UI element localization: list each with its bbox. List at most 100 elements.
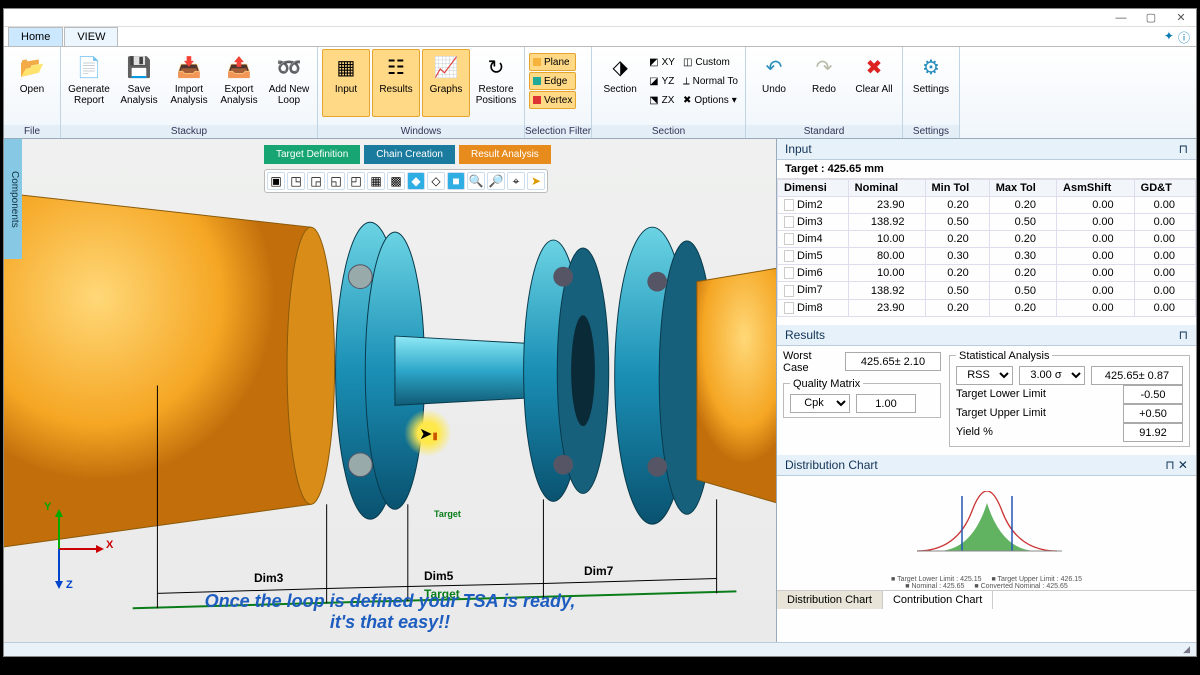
view-btn-8[interactable]: ◆ xyxy=(407,172,425,190)
edge-icon xyxy=(533,77,541,85)
view-btn-10[interactable]: ■ xyxy=(447,172,465,190)
resize-grip-icon[interactable]: ◢ xyxy=(1183,644,1190,655)
section-button[interactable]: ⬗Section xyxy=(596,49,644,117)
view-btn-6[interactable]: ▦ xyxy=(367,172,385,190)
group-file: File xyxy=(4,125,60,138)
open-button[interactable]: 📂Open xyxy=(8,49,56,117)
results-panel-pin-icon[interactable]: ⊓ xyxy=(1179,328,1188,342)
dist-chart-pin-icon[interactable]: ⊓ ✕ xyxy=(1165,458,1188,472)
tab-view[interactable]: VIEW xyxy=(64,27,118,46)
custom-icon: ◫ xyxy=(683,57,692,68)
tab-contribution-chart[interactable]: Contribution Chart xyxy=(883,591,993,609)
section-custom[interactable]: ◫Custom xyxy=(680,53,741,71)
vertex-icon xyxy=(533,96,541,104)
results-icon: ☷ xyxy=(382,54,410,82)
redo-icon: ↷ xyxy=(810,54,838,82)
stat-method-select[interactable]: RSS xyxy=(956,366,1013,385)
table-row[interactable]: Dim223.900.200.200.000.00 xyxy=(778,197,1196,214)
upper-limit[interactable]: +0.50 xyxy=(1123,404,1183,423)
add-new-loop-button[interactable]: ➿Add New Loop xyxy=(265,49,313,117)
tab-distribution-chart[interactable]: Distribution Chart xyxy=(777,591,883,609)
input-panel-pin-icon[interactable]: ⊓ xyxy=(1179,142,1188,156)
section-options[interactable]: ✖Options ▾ xyxy=(680,91,741,109)
save-pie-icon: 💾 xyxy=(125,54,153,82)
step-result-analysis[interactable]: Result Analysis xyxy=(459,145,551,164)
loop-icon: ➿ xyxy=(275,54,303,82)
table-row[interactable]: Dim823.900.200.200.000.00 xyxy=(778,299,1196,316)
results-panel: Results⊓ Worst Case425.65± 2.10 Quality … xyxy=(777,325,1196,451)
undo-icon: ↶ xyxy=(760,54,788,82)
view-btn-3[interactable]: ◲ xyxy=(307,172,325,190)
zoom-fit-icon[interactable]: ⌖ xyxy=(507,172,525,190)
section-yz[interactable]: ◪YZ xyxy=(646,72,678,90)
components-sidebar[interactable]: Components xyxy=(4,139,22,259)
view-btn-2[interactable]: ◳ xyxy=(287,172,305,190)
table-row[interactable]: Dim410.000.200.200.000.00 xyxy=(778,231,1196,248)
table-row[interactable]: Dim3138.920.500.500.000.00 xyxy=(778,214,1196,231)
save-analysis-button[interactable]: 💾Save Analysis xyxy=(115,49,163,117)
tutorial-caption: Once the loop is defined your TSA is rea… xyxy=(4,591,776,634)
tab-home[interactable]: Home xyxy=(8,27,63,46)
chart-legend-2: ■ Nominal : 425.65■ Converted Nominal : … xyxy=(777,583,1196,590)
xy-icon: ◩ xyxy=(649,57,658,68)
filter-plane[interactable]: Plane xyxy=(529,53,576,71)
sigma-select[interactable]: 3.00 σ xyxy=(1019,366,1085,385)
ribbon: 📂Open File 📄Generate Report 💾Save Analys… xyxy=(4,47,1196,139)
close-button[interactable]: ✕ xyxy=(1166,11,1196,24)
normal-icon: ⟂ xyxy=(683,76,690,87)
maximize-button[interactable]: ▢ xyxy=(1136,11,1166,24)
table-row[interactable]: Dim7138.920.500.500.000.00 xyxy=(778,282,1196,299)
view-btn-1[interactable]: ▣ xyxy=(267,172,285,190)
section-icon: ⬗ xyxy=(606,54,634,82)
restore-positions-button[interactable]: ↻Restore Positions xyxy=(472,49,520,117)
table-row[interactable]: Dim580.000.300.300.000.00 xyxy=(778,248,1196,265)
clear-all-button[interactable]: ✖Clear All xyxy=(850,49,898,117)
cpk-value: 1.00 xyxy=(856,394,916,413)
section-zx[interactable]: ⬔ZX xyxy=(646,91,678,109)
redo-button[interactable]: ↷Redo xyxy=(800,49,848,117)
import-icon: 📥 xyxy=(175,54,203,82)
dim3-label: Dim3 xyxy=(254,571,283,585)
graph-icon: 📈 xyxy=(432,54,460,82)
undo-button[interactable]: ↶Undo xyxy=(750,49,798,117)
import-analysis-button[interactable]: 📥Import Analysis xyxy=(165,49,213,117)
app-window: — ▢ ✕ Home VIEW ✦ ⓘ 📂Open File 📄Generate… xyxy=(3,8,1197,657)
chart-legend: ■ Target Lower Limit : 425.15■ Target Up… xyxy=(777,576,1196,583)
graphs-window-button[interactable]: 📈Graphs xyxy=(422,49,470,117)
results-window-button[interactable]: ☷Results xyxy=(372,49,420,117)
section-normal[interactable]: ⟂Normal To xyxy=(680,72,741,90)
group-stackup: Stackup xyxy=(61,125,317,138)
zoom-out-icon[interactable]: 🔎 xyxy=(487,172,505,190)
3d-viewport[interactable]: Components xyxy=(4,139,776,642)
view-btn-5[interactable]: ◰ xyxy=(347,172,365,190)
zoom-in-icon[interactable]: 🔍 xyxy=(467,172,485,190)
section-xy[interactable]: ◩XY xyxy=(646,53,678,71)
lower-limit[interactable]: -0.50 xyxy=(1123,385,1183,404)
filter-vertex[interactable]: Vertex xyxy=(529,91,576,109)
report-icon: 📄 xyxy=(75,54,103,82)
table-row[interactable]: Dim610.000.200.200.000.00 xyxy=(778,265,1196,282)
doc-icon xyxy=(784,199,794,211)
puzzle-icon[interactable]: ✦ xyxy=(1164,29,1174,46)
help-icon[interactable]: ⓘ xyxy=(1178,29,1190,46)
target-value: Target : 425.65 mm xyxy=(777,160,1196,179)
settings-button[interactable]: ⚙Settings xyxy=(907,49,955,117)
view-btn-4[interactable]: ◱ xyxy=(327,172,345,190)
filter-edge[interactable]: Edge xyxy=(529,72,576,90)
doc-icon xyxy=(784,216,794,228)
input-window-button[interactable]: ▦Input xyxy=(322,49,370,117)
view-btn-7[interactable]: ▩ xyxy=(387,172,405,190)
yz-icon: ◪ xyxy=(649,76,658,87)
view-btn-9[interactable]: ◇ xyxy=(427,172,445,190)
quality-metric-select[interactable]: Cpk xyxy=(790,394,850,413)
restore-icon: ↻ xyxy=(482,54,510,82)
view-toolbar: ▣◳ ◲◱ ◰▦ ▩◆ ◇■ 🔍🔎 ⌖➤ xyxy=(264,169,548,193)
minimize-button[interactable]: — xyxy=(1106,12,1136,24)
step-chain-creation[interactable]: Chain Creation xyxy=(364,145,455,164)
input-panel-title: Input xyxy=(785,142,812,156)
export-analysis-button[interactable]: 📤Export Analysis xyxy=(215,49,263,117)
export-icon: 📤 xyxy=(225,54,253,82)
step-target-definition[interactable]: Target Definition xyxy=(264,145,360,164)
generate-report-button[interactable]: 📄Generate Report xyxy=(65,49,113,117)
select-cursor-icon[interactable]: ➤ xyxy=(527,172,545,190)
